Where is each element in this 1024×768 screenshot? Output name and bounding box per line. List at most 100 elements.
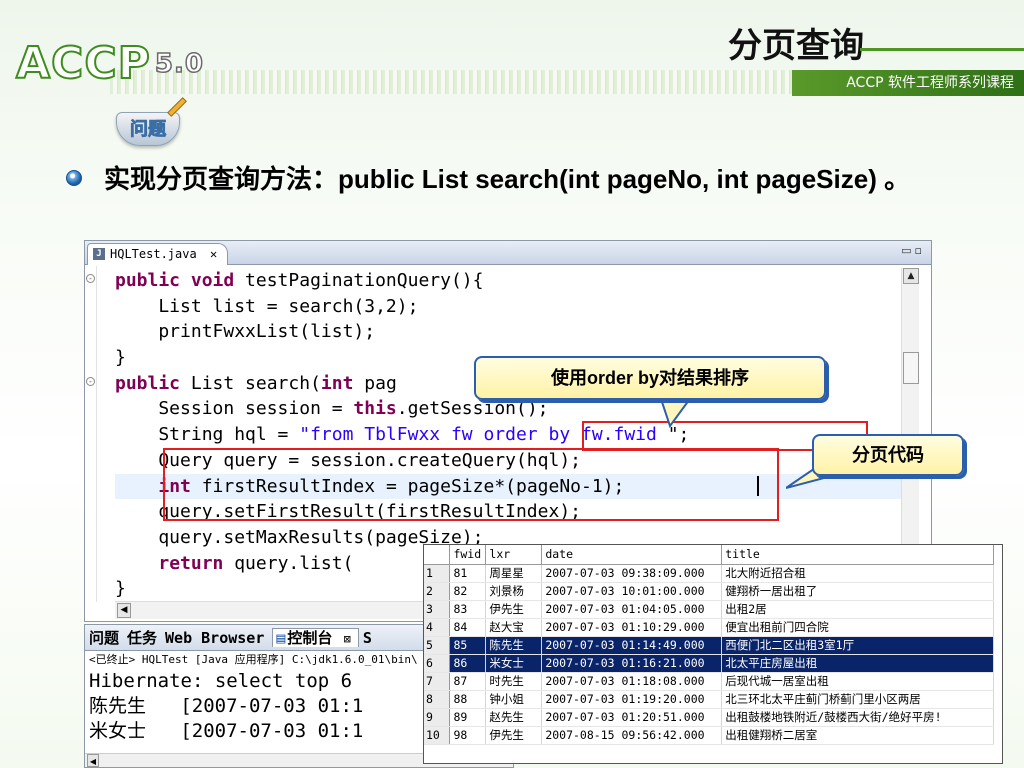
scroll-left-icon[interactable]: ◀ bbox=[117, 603, 131, 618]
console-tab-4[interactable]: S bbox=[363, 629, 376, 647]
row-number: 5 bbox=[424, 636, 451, 655]
console-tab-label: S bbox=[362, 629, 372, 647]
editor-tab-label: HQLTest.java bbox=[110, 247, 197, 261]
console-tab-2[interactable]: Web Browser bbox=[165, 629, 268, 647]
table-cell: 87 bbox=[449, 672, 487, 691]
console-tab-label: 控制台 bbox=[287, 629, 333, 647]
fold-marker-icon[interactable]: - bbox=[86, 377, 95, 386]
order-by-callout: 使用order by对结果排序 bbox=[474, 356, 826, 400]
table-cell: 北太平庄房屋出租 bbox=[721, 654, 994, 673]
row-number: 7 bbox=[424, 672, 451, 691]
table-cell: 便宜出租前门四合院 bbox=[721, 618, 994, 637]
grid-column-header[interactable]: date bbox=[541, 545, 723, 565]
table-cell: 88 bbox=[449, 690, 487, 709]
table-row[interactable]: 9 89 赵先生 2007-07-03 01:20:51.000 出租鼓楼地铁附近/鼓楼… bbox=[424, 708, 994, 727]
table-cell: 西便门北二区出租3室1厅 bbox=[721, 636, 994, 655]
callout-pointer bbox=[658, 396, 694, 429]
table-cell: 陈先生 bbox=[485, 636, 543, 655]
grid-header-row: fwid lxr date title bbox=[424, 545, 994, 565]
table-cell: 98 bbox=[449, 726, 487, 745]
scroll-thumb[interactable] bbox=[903, 352, 919, 384]
row-number: 9 bbox=[424, 708, 451, 727]
console-icon: ▤ bbox=[276, 629, 286, 647]
table-row[interactable]: 4 84 赵大宝 2007-07-03 01:10:29.000 便宜出租前门四合院 bbox=[424, 618, 994, 637]
table-row[interactable]: 5 85 陈先生 2007-07-03 01:14:49.000 西便门北二区出租3室1… bbox=[424, 636, 994, 655]
table-row[interactable]: 3 83 伊先生 2007-07-03 01:04:05.000 出租2居 bbox=[424, 600, 994, 619]
code-token: int bbox=[320, 372, 365, 394]
editor-horizontal-scrollbar[interactable]: ◀ bbox=[115, 601, 455, 619]
java-file-icon: J bbox=[93, 248, 105, 260]
table-cell: 伊先生 bbox=[485, 726, 543, 745]
text-cursor bbox=[757, 476, 759, 496]
table-cell: 2007-07-03 09:38:09.000 bbox=[541, 564, 723, 583]
table-cell: 出租2居 bbox=[721, 600, 994, 619]
logo-text: ACCP bbox=[15, 37, 151, 90]
code-token: } bbox=[115, 578, 126, 600]
table-cell: 2007-07-03 01:20:51.000 bbox=[541, 708, 723, 727]
console-tab-1[interactable]: 任务 bbox=[127, 629, 161, 647]
table-row[interactable]: 8 88 钟小姐 2007-07-03 01:19:20.000 北三环北太平庄蓟门桥蓟… bbox=[424, 690, 994, 709]
code-line: Session session = this.getSession(); bbox=[115, 396, 905, 422]
table-cell: 2007-08-15 09:56:42.000 bbox=[541, 726, 723, 745]
editor-tabbar: J HQLTest.java ✕ ▭▫ bbox=[85, 241, 931, 265]
logo-version: 5.0 bbox=[154, 48, 204, 80]
row-number: 1 bbox=[424, 564, 451, 583]
table-row[interactable]: 10 98 伊先生 2007-08-15 09:56:42.000 出租健翔桥二居室 bbox=[424, 726, 994, 745]
table-cell: 出租鼓楼地铁附近/鼓楼西大街/绝好平房! bbox=[721, 708, 994, 727]
table-row[interactable]: 6 86 米女士 2007-07-03 01:16:21.000 北太平庄房屋出租 bbox=[424, 654, 994, 673]
console-tab-label: Web Browser bbox=[165, 629, 265, 647]
grid-column-header[interactable]: title bbox=[721, 545, 994, 565]
editor-tab[interactable]: J HQLTest.java ✕ bbox=[87, 243, 229, 265]
table-cell: 2007-07-03 01:14:49.000 bbox=[541, 636, 723, 655]
close-tab-icon[interactable]: ✕ bbox=[210, 247, 217, 261]
bullet-icon bbox=[66, 170, 82, 186]
table-cell: 2007-07-03 01:16:21.000 bbox=[541, 654, 723, 673]
table-row[interactable]: 7 87 时先生 2007-07-03 01:18:08.000 后现代城一居室出租 bbox=[424, 672, 994, 691]
table-row[interactable]: 1 81 周星星 2007-07-03 09:38:09.000 北大附近招合租 bbox=[424, 564, 994, 583]
question-badge-icon: 问题 bbox=[108, 97, 190, 148]
table-cell: 赵先生 bbox=[485, 708, 543, 727]
badge-shield: 问题 bbox=[116, 112, 180, 146]
fold-marker-icon[interactable]: - bbox=[86, 274, 95, 283]
scroll-left-icon[interactable]: ◀ bbox=[87, 754, 99, 767]
code-token: List search( bbox=[190, 372, 321, 394]
slide-title: 分页查询 bbox=[728, 26, 864, 66]
grid-column-header[interactable]: fwid bbox=[449, 545, 487, 565]
scroll-up-icon[interactable]: ▲ bbox=[903, 268, 919, 284]
table-cell: 时先生 bbox=[485, 672, 543, 691]
close-tab-icon[interactable]: ⊠ bbox=[336, 632, 351, 646]
grid-column-header[interactable]: lxr bbox=[485, 545, 543, 565]
grid-body: 1 81 周星星 2007-07-03 09:38:09.000 北大附近招合租 2 82 刘… bbox=[424, 564, 994, 745]
table-cell: 伊先生 bbox=[485, 600, 543, 619]
code-line: printFwxxList(list); bbox=[115, 319, 905, 345]
code-line: public void testPaginationQuery(){ bbox=[115, 268, 905, 294]
table-cell: 82 bbox=[449, 582, 487, 601]
row-number: 10 bbox=[424, 726, 451, 745]
course-subtitle: ACCP 软件工程师系列课程 bbox=[792, 70, 1024, 96]
query-result-grid: fwid lxr date title 1 81 周星星 2007-07-03 09:38:… bbox=[423, 544, 1003, 764]
code-token: public void bbox=[115, 270, 246, 291]
table-cell: 钟小姐 bbox=[485, 690, 543, 709]
table-cell: 北大附近招合租 bbox=[721, 564, 994, 583]
accp-logo: ACCP 5.0 bbox=[15, 37, 204, 90]
table-cell: 86 bbox=[449, 654, 487, 673]
editor-window-controls[interactable]: ▭▫ bbox=[901, 244, 925, 257]
table-cell: 后现代城一居室出租 bbox=[721, 672, 994, 691]
bullet-text: 实现分页查询方法：public List search(int pageNo, … bbox=[104, 164, 911, 194]
code-token: testPaginationQuery(){ bbox=[245, 270, 484, 291]
paging-code-highlight-box bbox=[163, 448, 779, 521]
table-cell: 北三环北太平庄蓟门桥蓟门里小区两居 bbox=[721, 690, 994, 709]
table-cell: 2007-07-03 10:01:00.000 bbox=[541, 582, 723, 601]
code-token: query.list( bbox=[234, 552, 354, 574]
code-token: this bbox=[353, 398, 397, 420]
table-row[interactable]: 2 82 刘景杨 2007-07-03 10:01:00.000 健翔桥一居出租了 bbox=[424, 582, 994, 601]
table-cell: 周星星 bbox=[485, 564, 543, 583]
console-tab-0[interactable]: 问题 bbox=[89, 629, 123, 647]
row-number: 4 bbox=[424, 618, 451, 637]
table-cell: 赵大宝 bbox=[485, 618, 543, 637]
console-tab-3[interactable]: ▤ 控制台 ⊠ bbox=[272, 628, 359, 647]
console-tab-label: 任务 bbox=[127, 629, 158, 647]
grid-corner bbox=[424, 545, 451, 565]
